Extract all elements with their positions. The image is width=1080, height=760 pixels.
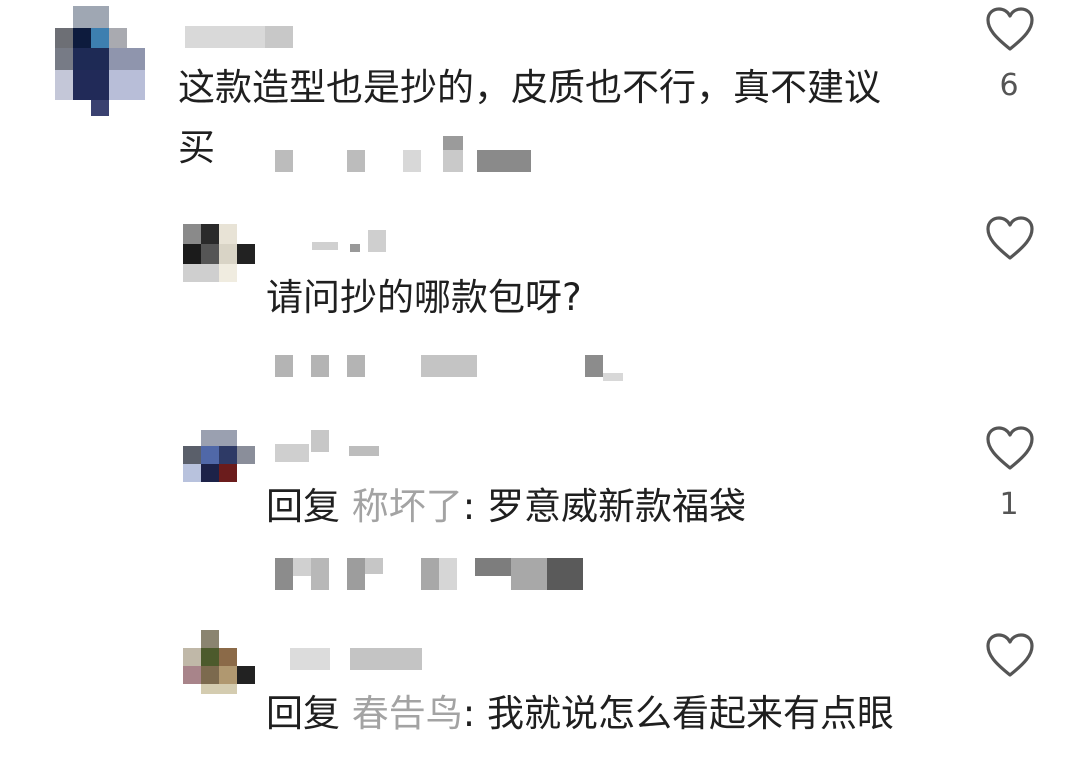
like-count: 1 — [999, 487, 1019, 522]
like-heart-icon[interactable] — [985, 632, 1035, 678]
username-redacted — [185, 26, 295, 48]
avatar[interactable] — [183, 224, 257, 282]
avatar[interactable] — [55, 6, 147, 116]
reply-body: : 罗意威新款福袋 — [462, 485, 746, 528]
avatar[interactable] — [183, 430, 257, 482]
username-redacted — [312, 230, 392, 252]
username-redacted — [290, 648, 430, 670]
comment-meta-redacted — [275, 558, 595, 590]
username-redacted — [275, 430, 395, 462]
like-heart-icon[interactable] — [985, 425, 1035, 471]
like-heart-icon[interactable] — [985, 6, 1035, 52]
avatar[interactable] — [183, 630, 257, 694]
reply-text: 请问抄的哪款包呀? — [266, 276, 582, 319]
reply-prefix: 回复 — [266, 692, 340, 735]
comment-meta-redacted — [275, 136, 535, 172]
reply-target-username[interactable]: 称坏了 — [352, 485, 463, 528]
reply-body: : 我就说怎么看起来有点眼 — [462, 692, 894, 735]
reply-text: 回复 称坏了: 罗意威新款福袋 — [266, 483, 746, 531]
comment-text-cont: 买 — [178, 126, 215, 169]
comment-text: 这款造型也是抄的，皮质也不行，真不建议 — [178, 66, 881, 109]
like-heart-icon[interactable] — [985, 215, 1035, 261]
reply-text: 回复 春告鸟: 我就说怎么看起来有点眼 — [266, 690, 894, 738]
like-count: 6 — [999, 68, 1019, 103]
reply-prefix: 回复 — [266, 485, 340, 528]
comment-meta-redacted — [275, 355, 635, 381]
reply-target-username[interactable]: 春告鸟 — [352, 692, 463, 735]
